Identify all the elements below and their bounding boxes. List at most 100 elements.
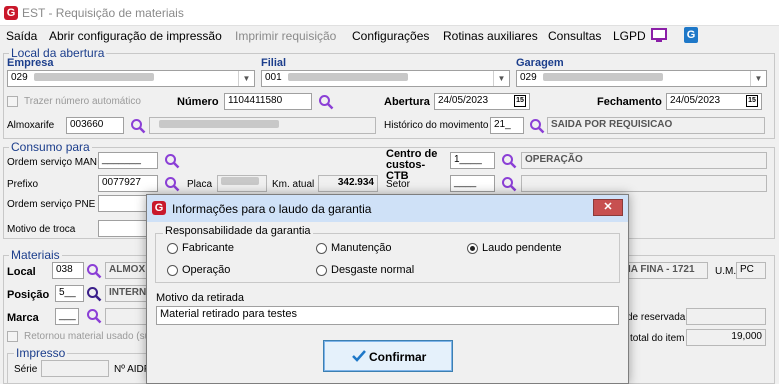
title-bar: G EST - Requisição de materiais [0,0,779,26]
search-icon[interactable] [501,153,517,169]
menu-consultas[interactable]: Consultas [548,29,601,43]
chevron-down-icon[interactable]: ▼ [238,71,254,86]
os-man-label: Ordem serviço MAN [7,157,98,168]
menu-lgpd[interactable]: LGPD [613,29,646,43]
app-logo-icon: G [4,6,18,20]
search-icon[interactable] [164,176,180,192]
search-icon[interactable] [86,286,102,302]
reservada-field [686,308,766,325]
search-icon[interactable] [501,176,517,192]
menu-imprimir-requisicao[interactable]: Imprimir requisição [235,29,336,43]
filial-select[interactable]: 001 [261,70,510,87]
posicao-code-field[interactable]: 5__ [55,285,84,302]
search-icon[interactable] [529,118,545,134]
trazer-numero-label: Trazer número automático [24,96,141,107]
motivo-retirada-label: Motivo da retirada [156,292,245,304]
chevron-down-icon[interactable]: ▼ [750,71,766,86]
calendar-icon[interactable]: 15 [514,95,526,107]
confirm-button[interactable]: Confirmar [323,340,453,372]
search-icon[interactable] [86,308,102,324]
os-pne-label: Ordem serviço PNE [7,199,96,210]
checkmark-icon [352,350,366,362]
radio-manutencao-label: Manutenção [331,242,392,254]
radio-fabricante-label: Fabricante [182,242,234,254]
setor-label: Setor [386,179,410,190]
materiais-label: Materiais [9,248,62,262]
prefixo-field[interactable]: 0077927 [98,175,158,192]
serie-field [41,360,109,377]
close-button[interactable]: ✕ [593,199,623,216]
search-icon[interactable] [318,94,334,110]
local-desc-end-field: IA FINA - 1721 [624,262,708,279]
menu-abrir-config-impressao[interactable]: Abrir configuração de impressão [49,29,222,43]
motivo-troca-label: Motivo de troca [7,224,76,235]
placa-field [217,175,267,192]
almoxarife-code-field[interactable]: 003660 [66,117,124,134]
dialog-title-bar: G Informações para o laudo da garantia ✕ [147,195,628,222]
centro-desc-field: OPERAÇÃO [521,152,767,169]
radio-circle[interactable] [316,265,327,276]
aidf-label: Nº AIDF [114,364,150,375]
radio-circle-selected[interactable] [467,243,478,254]
monitor-icon[interactable] [651,28,667,43]
confirm-label: Confirmar [369,350,427,364]
responsabilidade-label: Responsabilidade da garantia [163,225,313,237]
menu-bar: Saída Abrir configuração de impressão Im… [0,26,779,46]
window-title: EST - Requisição de materiais [22,6,184,20]
filial-label: Filial [261,57,287,69]
dialog-title: Informações para o laudo da garantia [172,202,372,216]
search-icon[interactable] [130,118,146,134]
motivo-retirada-field[interactable]: Material retirado para testes [156,306,619,325]
search-icon[interactable] [164,153,180,169]
consumo-label: Consumo para [9,140,92,154]
retornou-checkbox[interactable] [7,331,18,342]
marca-code-field[interactable]: ___ [55,308,79,325]
menu-configuracoes[interactable]: Configurações [352,29,429,43]
serie-label: Série [14,364,38,375]
garagem-label: Garagem [516,57,564,69]
empresa-label: Empresa [7,57,54,69]
prefixo-label: Prefixo [7,179,39,190]
setor-field[interactable]: ____ [450,175,495,192]
radio-laudo-pendente-label: Laudo pendente [482,242,562,254]
almoxarife-name-field [149,117,376,134]
trazer-numero-checkbox[interactable] [7,96,18,107]
radio-operacao-label: Operação [182,264,231,276]
um-label: U.M. [715,266,737,277]
abertura-label: Abertura [384,96,430,108]
radio-circle[interactable] [316,243,327,254]
historico-code-field[interactable]: 21_ [490,117,524,134]
os-man-field[interactable]: _______ [98,152,158,169]
placa-label: Placa [187,179,213,190]
posicao-label: Posição [7,289,50,301]
marca-label: Marca [7,312,39,324]
laudo-garantia-dialog: G Informações para o laudo da garantia ✕… [146,194,629,384]
menu-rotinas-auxiliares[interactable]: Rotinas auxiliares [443,29,538,43]
radio-circle[interactable] [167,265,178,276]
posicao-desc-field: INTERN [105,285,147,302]
um-field: PC [736,262,766,279]
km-field: 342.934 [318,175,378,192]
local-label: Local [7,266,36,278]
historico-desc-field: SAIDA POR REQUISICAO [547,117,765,134]
numero-label: Número [177,96,219,108]
almoxarife-label: Almoxarife [7,120,55,131]
brand-g-icon[interactable]: G [684,27,698,43]
km-label: Km. atual [272,179,315,190]
fechamento-label: Fechamento [597,96,662,108]
numero-field[interactable]: 1104411580 [224,93,312,110]
local-desc-field: ALMOX [105,262,147,279]
menu-saida[interactable]: Saída [6,29,37,43]
marca-desc-field [105,308,147,325]
local-code-field[interactable]: 038 [52,262,84,279]
historico-label: Histórico do movimento [384,120,489,131]
radio-circle[interactable] [167,243,178,254]
calendar-icon[interactable]: 15 [746,95,758,107]
garagem-select[interactable]: 029 [516,70,767,87]
search-icon[interactable] [86,263,102,279]
total-item-field: 19,000 [686,329,766,346]
centro-code-field[interactable]: 1____ [450,152,495,169]
chevron-down-icon[interactable]: ▼ [493,71,509,86]
radio-desgaste-normal-label: Desgaste normal [331,264,415,276]
empresa-select[interactable]: 029 [7,70,255,87]
